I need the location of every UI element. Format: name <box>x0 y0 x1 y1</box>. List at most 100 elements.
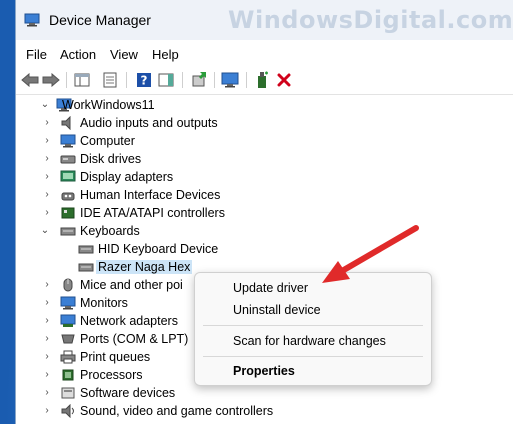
back-button[interactable] <box>20 70 40 90</box>
console-tree-icon <box>74 73 90 87</box>
tree-item-label: Processors <box>80 368 143 382</box>
update-driver-toolbar-button[interactable] <box>190 70 210 90</box>
tree-item-display-adapters[interactable]: › Display adapters <box>16 169 513 187</box>
tree-item-label: Print queues <box>80 350 151 364</box>
software-device-icon <box>61 387 75 399</box>
update-driver-icon <box>192 72 206 87</box>
forward-button[interactable] <box>41 70 61 90</box>
tree-item-software-devices[interactable]: › Software devices <box>16 385 513 403</box>
title-bar: Device Manager WindowsDigital.com <box>16 0 513 40</box>
toolbar-separator <box>66 72 67 88</box>
chevron-right-icon[interactable]: › <box>42 352 52 362</box>
action-pane-button[interactable] <box>156 70 176 90</box>
context-menu-separator <box>203 325 423 326</box>
chevron-right-icon[interactable]: › <box>42 118 52 128</box>
scan-monitor-icon <box>221 72 239 88</box>
ide-controller-icon <box>61 207 75 219</box>
chevron-right-icon[interactable]: › <box>42 334 52 344</box>
tree-item-label: IDE ATA/ATAPI controllers <box>80 206 225 220</box>
toolbar-separator <box>126 72 127 88</box>
context-menu-properties[interactable]: Properties <box>233 364 295 378</box>
properties-toolbar-button[interactable] <box>100 70 120 90</box>
tree-item-label: Sound, video and game controllers <box>80 404 274 418</box>
keyboard-icon <box>78 263 94 272</box>
tree-item-label: Audio inputs and outputs <box>80 116 218 130</box>
tree-item-hid[interactable]: › Human Interface Devices <box>16 187 513 205</box>
keyboard-icon <box>60 227 76 236</box>
chevron-right-icon[interactable]: › <box>42 298 52 308</box>
tree-item-sound-video[interactable]: › Sound, video and game controllers <box>16 403 513 421</box>
sound-icon <box>61 404 74 418</box>
device-manager-app-icon <box>24 13 40 27</box>
chevron-right-icon[interactable]: › <box>42 316 52 326</box>
context-menu-separator <box>203 356 423 357</box>
tree-item-label: Monitors <box>80 296 128 310</box>
tree-item-audio[interactable]: › Audio inputs and outputs <box>16 115 513 133</box>
menu-action[interactable]: Action <box>60 47 96 62</box>
menu-bar: File Action View Help <box>16 42 513 66</box>
scan-hardware-button[interactable] <box>220 70 240 90</box>
port-icon <box>61 334 75 344</box>
context-menu-update-driver[interactable]: Update driver <box>233 281 308 295</box>
chevron-right-icon[interactable]: › <box>42 388 52 398</box>
chevron-right-icon[interactable]: › <box>42 172 52 182</box>
svg-text:?: ? <box>141 74 148 88</box>
mouse-icon <box>63 278 73 292</box>
hid-icon <box>61 192 75 201</box>
menu-help[interactable]: Help <box>152 47 179 62</box>
toolbar-separator <box>246 72 247 88</box>
tree-item-label: Software devices <box>80 386 176 400</box>
action-pane-icon <box>158 73 174 87</box>
window-title: Device Manager <box>49 12 151 28</box>
add-legacy-hardware-button[interactable] <box>252 70 272 90</box>
tree-item-label: Computer <box>80 134 135 148</box>
forward-arrow-icon <box>42 73 60 87</box>
watermark-text: WindowsDigital.com <box>228 6 513 34</box>
help-icon: ? <box>137 73 151 88</box>
printer-icon <box>60 350 76 364</box>
chevron-right-icon[interactable]: › <box>42 136 52 146</box>
toolbar-separator <box>214 72 215 88</box>
keyboard-icon <box>78 245 94 254</box>
add-driver-icon <box>258 71 268 88</box>
help-toolbar-button[interactable]: ? <box>134 70 154 90</box>
chevron-right-icon[interactable]: › <box>42 406 52 416</box>
chevron-down-icon[interactable]: ⌄ <box>40 100 50 110</box>
tree-item-label: Mice and other poi <box>80 278 183 292</box>
tree-item-label: Keyboards <box>80 224 140 238</box>
tree-item-ide[interactable]: › IDE ATA/ATAPI controllers <box>16 205 513 223</box>
chevron-right-icon[interactable]: › <box>42 280 52 290</box>
tree-item-keyboards[interactable]: ⌄ Keyboards <box>16 223 513 241</box>
back-arrow-icon <box>21 73 39 87</box>
chevron-right-icon[interactable]: › <box>42 370 52 380</box>
context-menu-uninstall-device[interactable]: Uninstall device <box>233 303 321 317</box>
tree-item-label: Network adapters <box>80 314 178 328</box>
tree-item-label: Ports (COM & LPT) <box>80 332 189 346</box>
properties-sheet-icon <box>103 72 117 88</box>
context-menu-scan-hardware[interactable]: Scan for hardware changes <box>233 334 386 348</box>
chevron-right-icon[interactable]: › <box>42 208 52 218</box>
tree-item-hid-keyboard[interactable]: HID Keyboard Device <box>16 241 513 259</box>
display-adapter-icon <box>60 170 76 182</box>
chevron-right-icon[interactable]: › <box>42 190 52 200</box>
uninstall-device-toolbar-button[interactable] <box>274 70 294 90</box>
context-menu: Update driver Uninstall device Scan for … <box>194 272 432 386</box>
tree-item-computer[interactable]: › Computer <box>16 133 513 151</box>
tree-root-row[interactable]: ⌄ WorkWindows11 <box>16 97 513 115</box>
speaker-icon <box>61 116 71 130</box>
menu-view[interactable]: View <box>110 47 138 62</box>
tree-item-label-selected: Razer Naga Hex <box>96 260 193 274</box>
monitor-icon <box>60 134 76 148</box>
tree-item-label: Human Interface Devices <box>80 188 221 202</box>
tree-item-label: Disk drives <box>80 152 142 166</box>
chevron-right-icon[interactable]: › <box>42 154 52 164</box>
menu-file[interactable]: File <box>26 47 47 62</box>
network-icon <box>60 314 76 327</box>
tree-item-label: HID Keyboard Device <box>98 242 219 256</box>
device-manager-window: Device Manager WindowsDigital.com File A… <box>15 0 513 424</box>
monitor-icon <box>60 296 76 310</box>
chevron-down-icon[interactable]: ⌄ <box>40 226 50 236</box>
show-hide-console-tree-button[interactable] <box>72 70 92 90</box>
processor-icon <box>62 369 74 381</box>
tree-item-disk-drives[interactable]: › Disk drives <box>16 151 513 169</box>
